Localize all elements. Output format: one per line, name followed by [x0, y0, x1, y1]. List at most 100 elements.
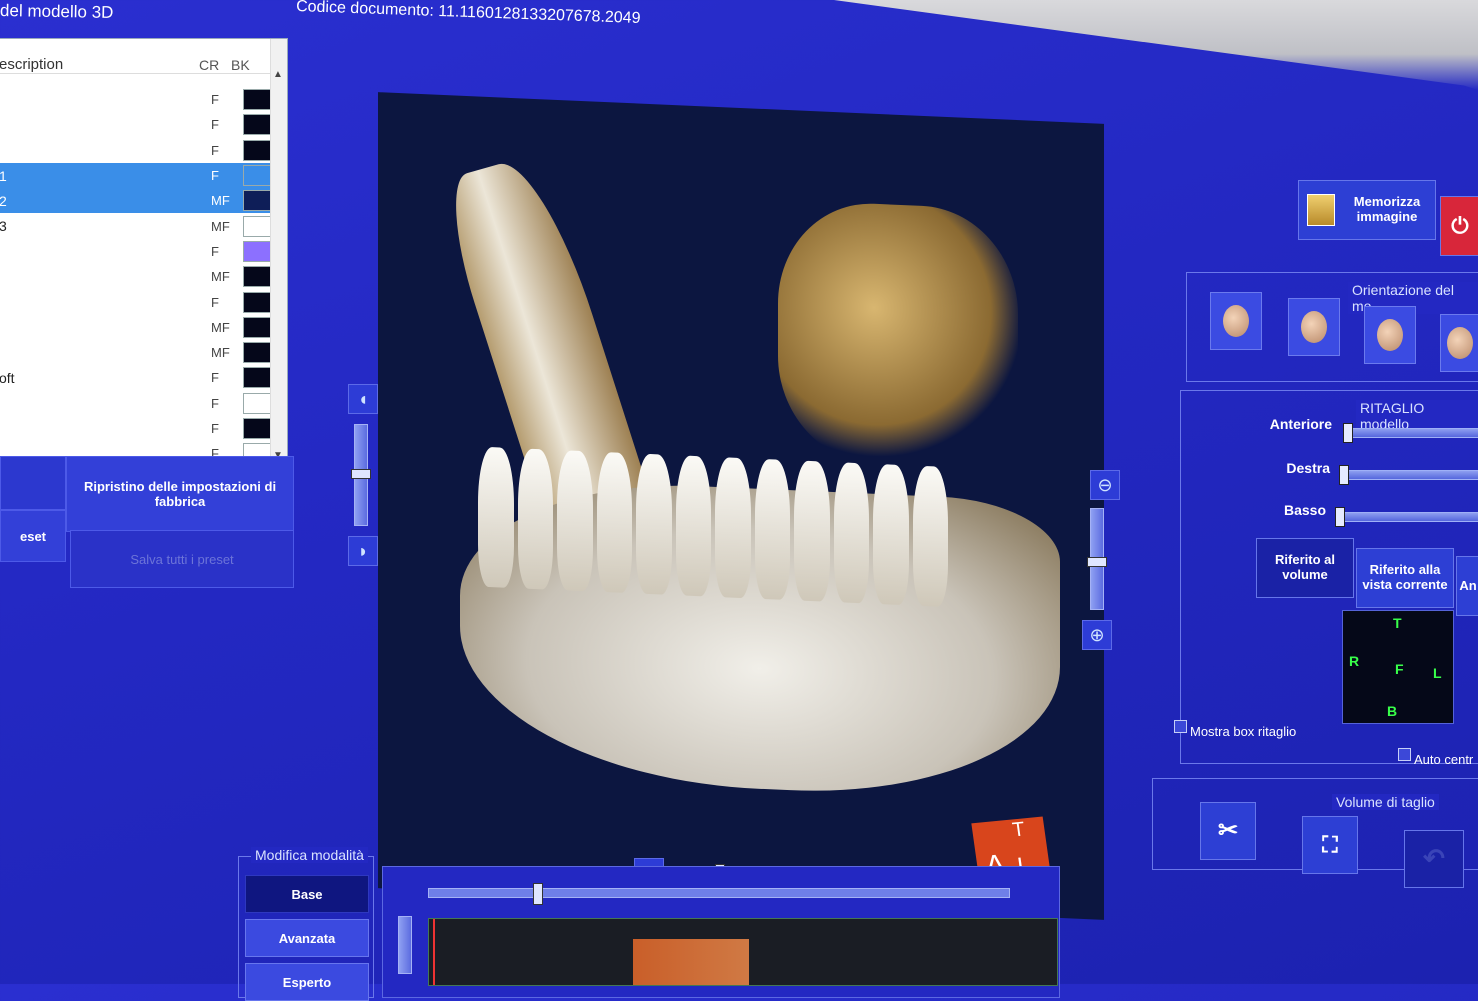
show-crop-box-checkbox[interactable]	[1174, 720, 1187, 733]
zoom-in-icon[interactable]: ⊕	[1082, 620, 1112, 650]
histogram-window[interactable]	[633, 939, 749, 985]
row-color-swatch[interactable]	[243, 139, 271, 161]
table-row[interactable]: F	[0, 87, 271, 112]
preset-button[interactable]: eset	[0, 510, 66, 562]
zoom-slider[interactable]	[1087, 508, 1107, 610]
anteriore-slider[interactable]	[1343, 423, 1478, 443]
tilt-slider[interactable]	[351, 424, 371, 526]
orient-front-button[interactable]	[1210, 292, 1262, 350]
table-row[interactable]: F	[0, 391, 271, 416]
column-bk[interactable]: BK	[231, 57, 263, 73]
row-color-swatch[interactable]	[243, 240, 271, 262]
cut-box-icon: ⛶	[1322, 832, 1338, 858]
column-description[interactable]: escription	[0, 56, 199, 73]
table-row[interactable]: F	[0, 138, 271, 163]
table-row[interactable]: MF	[0, 340, 271, 365]
mode-advanced-button[interactable]: Avanzata	[245, 919, 369, 957]
destra-slider-thumb[interactable]	[1339, 465, 1349, 485]
save-all-presets-button[interactable]: Salva tutti i preset	[70, 530, 294, 588]
orient-left-button[interactable]	[1440, 314, 1478, 372]
row-color-swatch[interactable]	[243, 367, 271, 389]
row-cr: MF	[211, 319, 230, 335]
row-cr: F	[211, 117, 219, 133]
table-row[interactable]: 1F	[0, 162, 271, 189]
window-title: del modello 3D	[0, 1, 114, 22]
undo-cut-button[interactable]: ↶	[1404, 830, 1464, 888]
row-cr: F	[211, 92, 219, 108]
table-row[interactable]: oft F	[0, 365, 271, 390]
table-row[interactable]: F	[0, 289, 271, 314]
opacity-slider[interactable]	[398, 916, 412, 974]
document-code: Codice documento: 11.1160128133207678.20…	[295, 0, 641, 28]
row-color-swatch[interactable]	[243, 291, 271, 313]
tilt-slider-thumb[interactable]	[351, 469, 371, 479]
row-cr: MF	[211, 269, 230, 285]
auto-center-checkbox[interactable]	[1398, 748, 1411, 761]
cube-left-label: R	[1349, 653, 1360, 669]
scissors-button[interactable]: ✂	[1200, 802, 1256, 860]
orient-top-button[interactable]	[1364, 306, 1416, 364]
ref-other-button[interactable]: An	[1456, 556, 1478, 616]
basso-slider-thumb[interactable]	[1335, 507, 1345, 527]
zoom-out-icon[interactable]: ⊖	[1090, 470, 1120, 500]
table-scrollbar[interactable]: ▲ ▼	[270, 39, 287, 467]
row-cr: F	[211, 168, 219, 184]
head-left-icon	[1447, 327, 1473, 359]
cut-box-button[interactable]: ⛶	[1302, 816, 1358, 874]
table-row[interactable]: 2 MF	[0, 188, 271, 214]
destra-slider[interactable]	[1339, 465, 1478, 485]
threshold-slider[interactable]	[428, 883, 1010, 905]
zoom-slider-thumb[interactable]	[1087, 557, 1107, 567]
row-cr: MF	[211, 218, 230, 234]
row-color-swatch[interactable]	[243, 165, 271, 187]
row-description: 1	[0, 167, 7, 184]
save-image-button[interactable]: Memorizza immagine	[1298, 180, 1436, 240]
reset-factory-button[interactable]: Ripristino delle impostazioni di fabbric…	[66, 456, 294, 532]
row-color-swatch[interactable]	[243, 316, 271, 338]
row-description: 2	[0, 192, 7, 209]
maxilla-fragment	[778, 199, 1018, 471]
row-color-swatch[interactable]	[243, 392, 271, 414]
table-row[interactable]: F	[0, 239, 271, 264]
ref-view-button[interactable]: Riferito alla vista corrente	[1356, 548, 1454, 608]
table-header: escription CR BK	[0, 39, 287, 74]
histogram[interactable]	[428, 918, 1058, 986]
ref-volume-button[interactable]: Riferito al volume	[1256, 538, 1354, 598]
mode-expert-button[interactable]: Esperto	[245, 963, 369, 1001]
column-cr[interactable]: CR	[199, 57, 231, 73]
tilt-down-icon[interactable]: ◗	[348, 536, 378, 566]
row-cr: MF	[211, 345, 230, 361]
scroll-up-icon[interactable]: ▲	[273, 69, 283, 80]
table-row[interactable]: MF	[0, 315, 271, 340]
scissors-icon: ✂	[1217, 817, 1239, 845]
cut-volume-title: Volume di taglio	[1332, 794, 1439, 810]
row-color-swatch[interactable]	[243, 342, 271, 364]
head-top-icon	[1377, 319, 1403, 351]
orient-right-button[interactable]	[1288, 298, 1340, 356]
3d-viewport[interactable]: T A L	[378, 92, 1104, 920]
table-row[interactable]: 3 MF	[0, 213, 271, 238]
teeth-row	[478, 446, 948, 608]
histogram-marker[interactable]	[433, 919, 435, 985]
threshold-slider-thumb[interactable]	[533, 883, 543, 905]
row-color-swatch[interactable]	[243, 89, 271, 111]
slider-label-anteriore: Anteriore	[1269, 416, 1332, 432]
row-color-swatch[interactable]	[243, 215, 271, 237]
table-row[interactable]: MF	[0, 264, 271, 289]
tilt-up-icon[interactable]: ◖	[348, 384, 378, 414]
left-blank-button[interactable]	[0, 456, 66, 510]
preset-table[interactable]: escription CR BK F F F 1 F 2 MF 3 MF F MF F MF MF oft F…	[0, 38, 288, 490]
power-button[interactable]: ⏻	[1440, 196, 1478, 256]
anteriore-slider-thumb[interactable]	[1343, 423, 1353, 443]
row-color-swatch[interactable]	[243, 418, 271, 439]
table-row[interactable]: F	[0, 112, 271, 137]
row-color-swatch[interactable]	[243, 114, 271, 136]
row-cr: F	[211, 294, 219, 310]
row-color-swatch[interactable]	[243, 190, 271, 212]
row-color-swatch[interactable]	[243, 266, 271, 288]
table-row[interactable]: F	[0, 416, 271, 441]
show-crop-box-label: Mostra box ritaglio	[1190, 724, 1297, 739]
row-cr: F	[211, 421, 219, 436]
mode-base-button[interactable]: Base	[245, 875, 369, 913]
basso-slider[interactable]	[1335, 507, 1478, 527]
